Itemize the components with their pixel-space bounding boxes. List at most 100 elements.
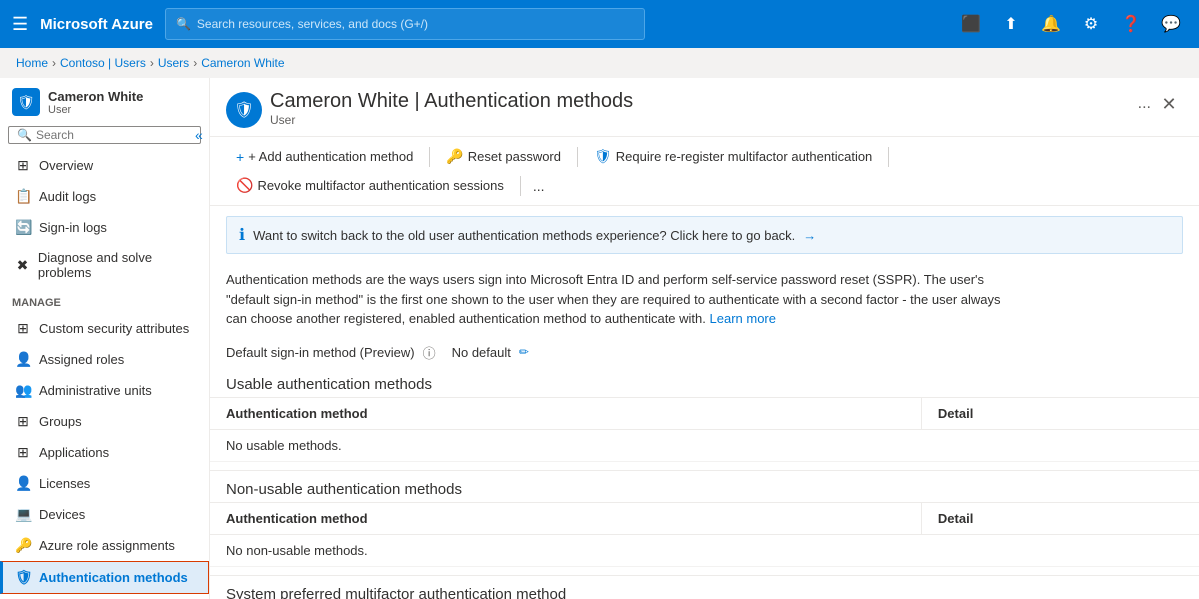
sidebar-item-label: Authentication methods [39, 570, 188, 585]
groups-icon: ⊞ [15, 413, 31, 430]
manage-section-label: Manage [0, 287, 209, 313]
upload-icon[interactable]: ⬆ [995, 8, 1027, 40]
sidebar-user-role: User [48, 104, 143, 116]
info-banner-text: Want to switch back to the old user auth… [253, 228, 795, 243]
default-signin-info-icon[interactable]: ⓘ [423, 343, 436, 362]
content-toolbar: + + Add authentication method 🔑 Reset pa… [210, 137, 1199, 206]
non-usable-col-detail: Detail [921, 502, 1199, 534]
settings-gear-icon[interactable]: ⚙ [1075, 8, 1107, 40]
sidebar-search-icon: 🔍 [17, 128, 32, 142]
sidebar-item-label: Administrative units [39, 383, 152, 398]
assigned-roles-icon: 👤 [15, 351, 31, 368]
help-question-icon[interactable]: ❓ [1115, 8, 1147, 40]
sidebar-item-audit-logs[interactable]: 📋 Audit logs [0, 181, 209, 212]
learn-more-link[interactable]: Learn more [710, 311, 776, 326]
sidebar-item-auth-methods[interactable]: 🛡 Authentication methods [0, 561, 209, 594]
sidebar-item-groups[interactable]: ⊞ Groups [0, 406, 209, 437]
sidebar-item-devices[interactable]: 💻 Devices [0, 499, 209, 530]
sidebar-user-name: Cameron White [48, 89, 143, 104]
content-description: Authentication methods are the ways user… [210, 264, 1199, 339]
add-auth-label: + Add authentication method [248, 149, 413, 164]
add-auth-method-button[interactable]: + + Add authentication method [226, 144, 423, 170]
overview-icon: ⊞ [15, 157, 31, 174]
feedback-icon[interactable]: 💬 [1155, 8, 1187, 40]
toolbar-more-button[interactable]: ... [527, 173, 551, 199]
cloud-shell-icon[interactable]: ⬛ [955, 8, 987, 40]
sidebar-item-admin-units[interactable]: 👥 Administrative units [0, 375, 209, 406]
search-icon: 🔍 [176, 17, 191, 31]
sidebar-item-label: Diagnose and solve problems [38, 250, 197, 280]
breadcrumb-sep2: › [150, 56, 154, 70]
info-banner-link[interactable]: → [803, 228, 816, 243]
breadcrumb-cameron[interactable]: Cameron White [201, 56, 284, 70]
section-divider-1 [210, 470, 1199, 471]
header-ellipsis-button[interactable]: ... [1138, 95, 1151, 113]
table-row: No non-usable methods. [210, 534, 1199, 566]
desc-text2: "default sign-in method" is the first on… [226, 292, 1001, 307]
azure-logo: Microsoft Azure [40, 16, 153, 33]
global-search-input[interactable] [197, 17, 634, 31]
usable-col-method: Authentication method [210, 397, 921, 429]
topnav-icon-group: ⬛ ⬆ 🔔 ⚙ ❓ 💬 [955, 8, 1187, 40]
devices-icon: 💻 [15, 506, 31, 523]
user-shield-icon: 🛡 [12, 88, 40, 116]
sidebar-item-diagnose[interactable]: ✖ Diagnose and solve problems [0, 243, 209, 287]
hamburger-menu-icon[interactable]: ☰ [12, 14, 28, 35]
breadcrumb: Home › Contoso | Users › Users › Cameron… [0, 48, 1199, 78]
azure-role-icon: 🔑 [15, 537, 31, 554]
usable-section-title: Usable authentication methods [210, 370, 1199, 397]
toolbar-sep3 [888, 147, 889, 167]
sidebar-item-sign-in-logs[interactable]: 🔄 Sign-in logs [0, 212, 209, 243]
breadcrumb-users[interactable]: Users [158, 56, 189, 70]
notification-bell-icon[interactable]: 🔔 [1035, 8, 1067, 40]
reset-password-button[interactable]: 🔑 Reset password [436, 143, 571, 170]
toolbar-sep2 [577, 147, 578, 167]
sidebar-search-input[interactable] [36, 128, 191, 142]
default-signin-label: Default sign-in method (Preview) [226, 345, 415, 360]
sidebar-item-label: Licenses [39, 476, 90, 491]
top-navigation: ☰ Microsoft Azure 🔍 ⬛ ⬆ 🔔 ⚙ ❓ 💬 [0, 0, 1199, 48]
sidebar-item-label: Sign-in logs [39, 220, 107, 235]
sidebar-item-label: Audit logs [39, 189, 96, 204]
sidebar-item-label: Overview [39, 158, 93, 173]
revoke-mfa-label: Revoke multifactor authentication sessio… [257, 178, 503, 193]
main-content: 🛡 Cameron White | Authentication methods… [210, 78, 1199, 599]
require-reregister-label: Require re-register multifactor authenti… [616, 149, 873, 164]
breadcrumb-home[interactable]: Home [16, 56, 48, 70]
page-subtitle: User [270, 113, 633, 127]
revoke-icon: 🚫 [236, 177, 253, 194]
global-search-box[interactable]: 🔍 [165, 8, 645, 40]
non-usable-auth-table: Authentication method Detail No non-usab… [210, 502, 1199, 567]
page-title: Cameron White | Authentication methods [270, 90, 633, 113]
key-icon: 🔑 [446, 148, 463, 165]
admin-units-icon: 👥 [15, 382, 31, 399]
sidebar-item-label: Devices [39, 507, 85, 522]
require-reregister-button[interactable]: 🛡 Require re-register multifactor authen… [584, 143, 882, 170]
add-icon: + [236, 149, 244, 165]
sidebar-item-assigned-roles[interactable]: 👤 Assigned roles [0, 344, 209, 375]
breadcrumb-contoso[interactable]: Contoso | Users [60, 56, 146, 70]
sidebar-search-box[interactable]: 🔍 « [8, 126, 201, 144]
audit-logs-icon: 📋 [15, 188, 31, 205]
main-layout: 🛡 Cameron White User 🔍 « ⊞ Overview 📋 Au… [0, 78, 1199, 599]
sidebar-item-overview[interactable]: ⊞ Overview [0, 150, 209, 181]
usable-col-detail: Detail [921, 397, 1199, 429]
close-button[interactable]: ✕ [1155, 90, 1183, 118]
reset-password-label: Reset password [468, 149, 561, 164]
sidebar-item-custom-security[interactable]: ⊞ Custom security attributes [0, 313, 209, 344]
applications-icon: ⊞ [15, 444, 31, 461]
sidebar-item-label: Custom security attributes [39, 321, 189, 336]
sidebar-collapse-button[interactable]: « [195, 127, 203, 143]
licenses-icon: 👤 [15, 475, 31, 492]
sidebar-navigation: ⊞ Overview 📋 Audit logs 🔄 Sign-in logs ✖… [0, 150, 209, 599]
table-row: No usable methods. [210, 429, 1199, 461]
sidebar-item-label: Applications [39, 445, 109, 460]
sidebar-item-licenses[interactable]: 👤 Licenses [0, 468, 209, 499]
revoke-mfa-button[interactable]: 🚫 Revoke multifactor authentication sess… [226, 172, 514, 199]
troubleshoot-section-label: Troubleshooting + Support [0, 594, 209, 599]
sidebar-item-azure-role[interactable]: 🔑 Azure role assignments [0, 530, 209, 561]
sidebar-header: 🛡 Cameron White User [0, 78, 209, 122]
sidebar-item-applications[interactable]: ⊞ Applications [0, 437, 209, 468]
default-signin-edit-icon[interactable]: ✏ [519, 345, 529, 359]
desc-text3: can choose another registered, enabled a… [226, 311, 706, 326]
